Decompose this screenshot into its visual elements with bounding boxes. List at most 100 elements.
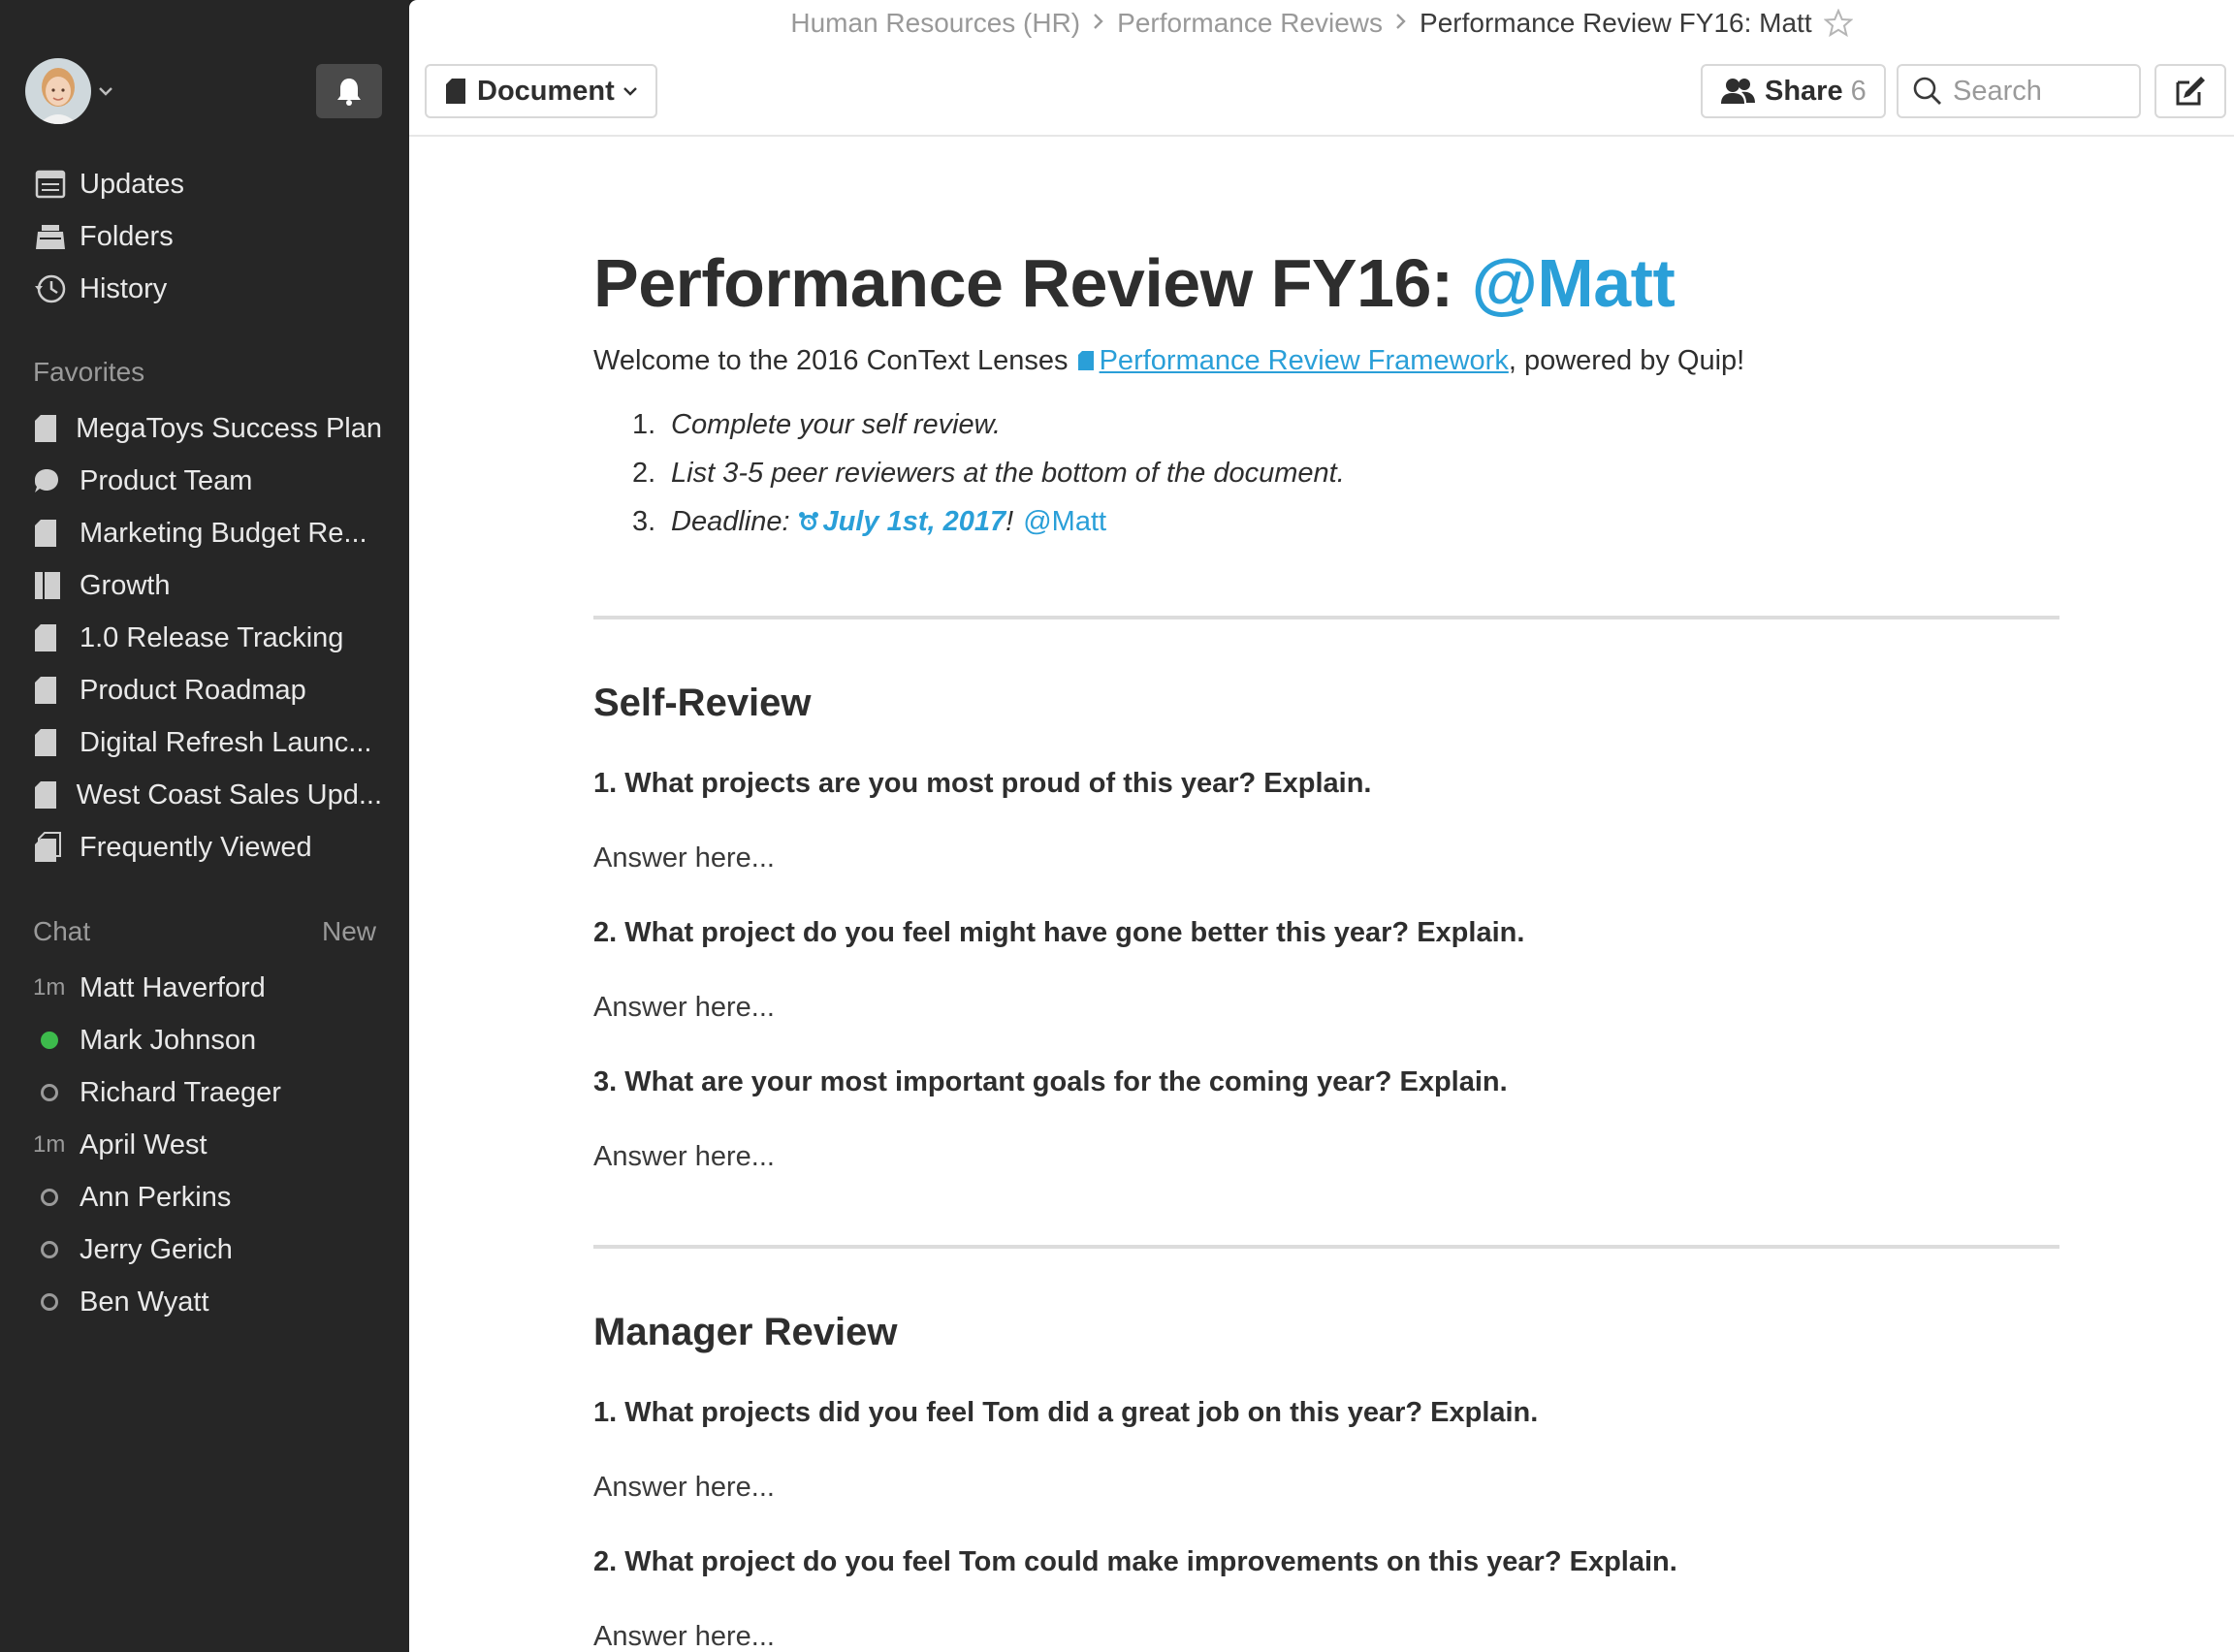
title-text: Performance Review FY16: bbox=[593, 245, 1472, 321]
list-item[interactable]: 3. Deadline: July 1st, 2017 ! @Matt bbox=[632, 497, 2059, 546]
document-menu-button[interactable]: Document bbox=[425, 64, 657, 118]
sidebar-item-folders[interactable]: Folders bbox=[33, 217, 174, 256]
chat-item[interactable]: 1m April West bbox=[33, 1125, 382, 1165]
breadcrumb: Human Resources (HR) Performance Reviews… bbox=[409, 8, 2234, 39]
offline-status-icon bbox=[41, 1084, 58, 1101]
share-count: 6 bbox=[1850, 75, 1867, 107]
answer-field[interactable]: Answer here... bbox=[593, 1621, 2059, 1652]
user-mention[interactable]: @Matt bbox=[1023, 506, 1106, 538]
document-title[interactable]: Performance Review FY16: @Matt bbox=[593, 242, 2059, 324]
answer-field[interactable]: Answer here... bbox=[593, 1141, 2059, 1173]
chat-item[interactable]: Ben Wyatt bbox=[33, 1282, 382, 1322]
question: 1. What projects did you feel Tom did a … bbox=[593, 1397, 1539, 1428]
framework-link-label: Performance Review Framework bbox=[1099, 345, 1509, 376]
document-icon bbox=[33, 411, 62, 446]
sidebar-item-label: Folders bbox=[80, 220, 174, 252]
chat-item[interactable]: Richard Traeger bbox=[33, 1072, 382, 1113]
favorite-item[interactable]: Frequently Viewed bbox=[33, 827, 382, 868]
toolbar-divider bbox=[409, 135, 2234, 137]
favorite-label: Digital Refresh Launc... bbox=[80, 726, 372, 758]
history-icon bbox=[33, 271, 68, 306]
chat-timestamp: 1m bbox=[33, 1131, 66, 1158]
search-field[interactable] bbox=[1897, 64, 2141, 118]
share-label: Share bbox=[1765, 75, 1843, 107]
sidebar-item-updates[interactable]: Updates bbox=[33, 165, 184, 204]
framework-link[interactable]: Performance Review Framework bbox=[1076, 345, 1509, 376]
answer-field[interactable]: Answer here... bbox=[593, 992, 2059, 1024]
favorites-heading: Favorites bbox=[33, 357, 145, 387]
sidebar-item-label: History bbox=[80, 272, 168, 304]
list-text: List 3-5 peer reviewers at the bottom of… bbox=[671, 457, 1345, 489]
favorite-item[interactable]: Product Roadmap bbox=[33, 670, 382, 711]
breadcrumb-item[interactable]: Performance Reviews bbox=[1117, 8, 1383, 39]
favorite-item[interactable]: West Coast Sales Upd... bbox=[33, 775, 382, 815]
favorite-label: Marketing Budget Re... bbox=[80, 517, 367, 549]
favorite-label: Product Roadmap bbox=[80, 674, 306, 706]
chat-name: Jerry Gerich bbox=[80, 1233, 233, 1265]
bell-icon bbox=[337, 79, 361, 106]
chat-item[interactable]: Mark Johnson bbox=[33, 1020, 382, 1061]
list-item[interactable]: 2. List 3-5 peer reviewers at the bottom… bbox=[632, 449, 2059, 497]
question: 2. What project do you feel might have g… bbox=[593, 917, 1525, 948]
favorite-label: 1.0 Release Tracking bbox=[80, 621, 344, 653]
favorite-item[interactable]: Product Team bbox=[33, 461, 382, 501]
list-item[interactable]: 1. Complete your self review. bbox=[632, 400, 2059, 449]
document-icon bbox=[33, 516, 66, 551]
section-heading: Manager Review bbox=[593, 1311, 898, 1353]
notifications-button[interactable] bbox=[316, 64, 382, 118]
account-menu[interactable] bbox=[25, 58, 114, 124]
chat-name: Ann Perkins bbox=[80, 1181, 232, 1213]
title-mention[interactable]: @Matt bbox=[1472, 245, 1676, 321]
list-number: 3. bbox=[632, 505, 656, 537]
favorite-item[interactable]: Marketing Budget Re... bbox=[33, 513, 382, 554]
sidebar-item-label: Updates bbox=[80, 168, 185, 200]
question: 3. What are your most important goals fo… bbox=[593, 1066, 1508, 1097]
favorite-item[interactable]: Growth bbox=[33, 565, 382, 606]
chat-name: Richard Traeger bbox=[80, 1076, 281, 1108]
intro-text: , powered by Quip! bbox=[1508, 345, 1745, 376]
search-input[interactable] bbox=[1953, 75, 2127, 108]
star-icon[interactable] bbox=[1823, 9, 1853, 38]
chat-item[interactable]: Jerry Gerich bbox=[33, 1229, 382, 1270]
offline-status-icon bbox=[41, 1241, 58, 1258]
folder-book-icon bbox=[33, 568, 66, 603]
answer-field[interactable]: Answer here... bbox=[593, 842, 2059, 874]
offline-status-icon bbox=[41, 1189, 58, 1206]
chevron-down-icon[interactable] bbox=[97, 82, 114, 100]
favorite-item[interactable]: MegaToys Success Plan bbox=[33, 408, 382, 449]
list-text: ! bbox=[1005, 505, 1014, 537]
chat-item[interactable]: 1m Matt Haverford bbox=[33, 968, 382, 1008]
document-icon bbox=[33, 620, 66, 655]
compose-button[interactable] bbox=[2154, 64, 2226, 118]
deadline-date[interactable]: July 1st, 2017 bbox=[823, 506, 1006, 538]
question: 2. What project do you feel Tom could ma… bbox=[593, 1546, 1677, 1577]
online-status-icon bbox=[41, 1032, 58, 1049]
chat-name: Ben Wyatt bbox=[80, 1286, 209, 1318]
favorite-item[interactable]: 1.0 Release Tracking bbox=[33, 618, 382, 658]
avatar[interactable] bbox=[25, 58, 91, 124]
updates-icon bbox=[33, 167, 68, 202]
breadcrumb-item[interactable]: Human Resources (HR) bbox=[790, 8, 1080, 39]
sidebar-item-history[interactable]: History bbox=[33, 270, 167, 308]
folders-icon bbox=[33, 219, 68, 254]
favorite-item[interactable]: Digital Refresh Launc... bbox=[33, 722, 382, 763]
section-divider bbox=[593, 616, 2059, 620]
chevron-right-icon bbox=[1394, 10, 1408, 37]
new-chat-button[interactable]: New bbox=[322, 916, 376, 947]
list-text: Complete your self review. bbox=[671, 408, 1002, 440]
answer-field[interactable]: Answer here... bbox=[593, 1472, 2059, 1504]
intro-paragraph: Welcome to the 2016 ConText Lenses Perfo… bbox=[593, 345, 2059, 377]
chat-item[interactable]: Ann Perkins bbox=[33, 1177, 382, 1218]
sidebar: Updates Folders History Favorites MegaTo… bbox=[0, 0, 409, 1652]
documents-stack-icon bbox=[33, 830, 66, 865]
share-button[interactable]: Share 6 bbox=[1701, 64, 1886, 118]
list-number: 2. bbox=[632, 457, 656, 489]
chat-name: Mark Johnson bbox=[80, 1024, 257, 1056]
question: 1. What projects are you most proud of t… bbox=[593, 768, 1372, 799]
chat-timestamp: 1m bbox=[33, 974, 66, 1001]
document-body: Performance Review FY16: @Matt Welcome t… bbox=[593, 242, 2059, 1652]
document-icon bbox=[33, 673, 66, 708]
chat-bubble-icon bbox=[33, 463, 66, 498]
offline-status-icon bbox=[41, 1293, 58, 1311]
document-icon bbox=[33, 725, 66, 760]
